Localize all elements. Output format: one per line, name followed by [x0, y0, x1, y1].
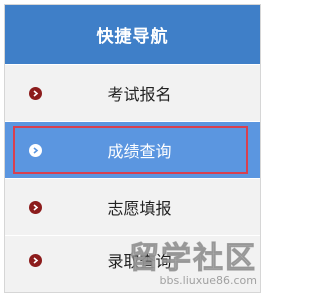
menu-item-score-query[interactable]: 成绩查询	[5, 121, 260, 178]
quick-nav-header: 快捷导航	[5, 5, 260, 64]
menu-item-label: 成绩查询	[107, 142, 172, 161]
menu-item-label: 志愿填报	[107, 199, 172, 218]
menu-item-application-filling[interactable]: 志愿填报	[5, 178, 260, 235]
quick-nav-title: 快捷导航	[96, 27, 169, 47]
menu-item-admission-query[interactable]: 录取查询	[5, 235, 260, 284]
menu-item-label: 录取查询	[107, 252, 172, 271]
menu-item-exam-registration[interactable]: 考试报名	[5, 64, 260, 121]
menu-item-label: 考试报名	[107, 85, 172, 104]
quick-nav-panel: 快捷导航 考试报名 成绩查询 志愿填报 录取查询	[4, 4, 261, 293]
